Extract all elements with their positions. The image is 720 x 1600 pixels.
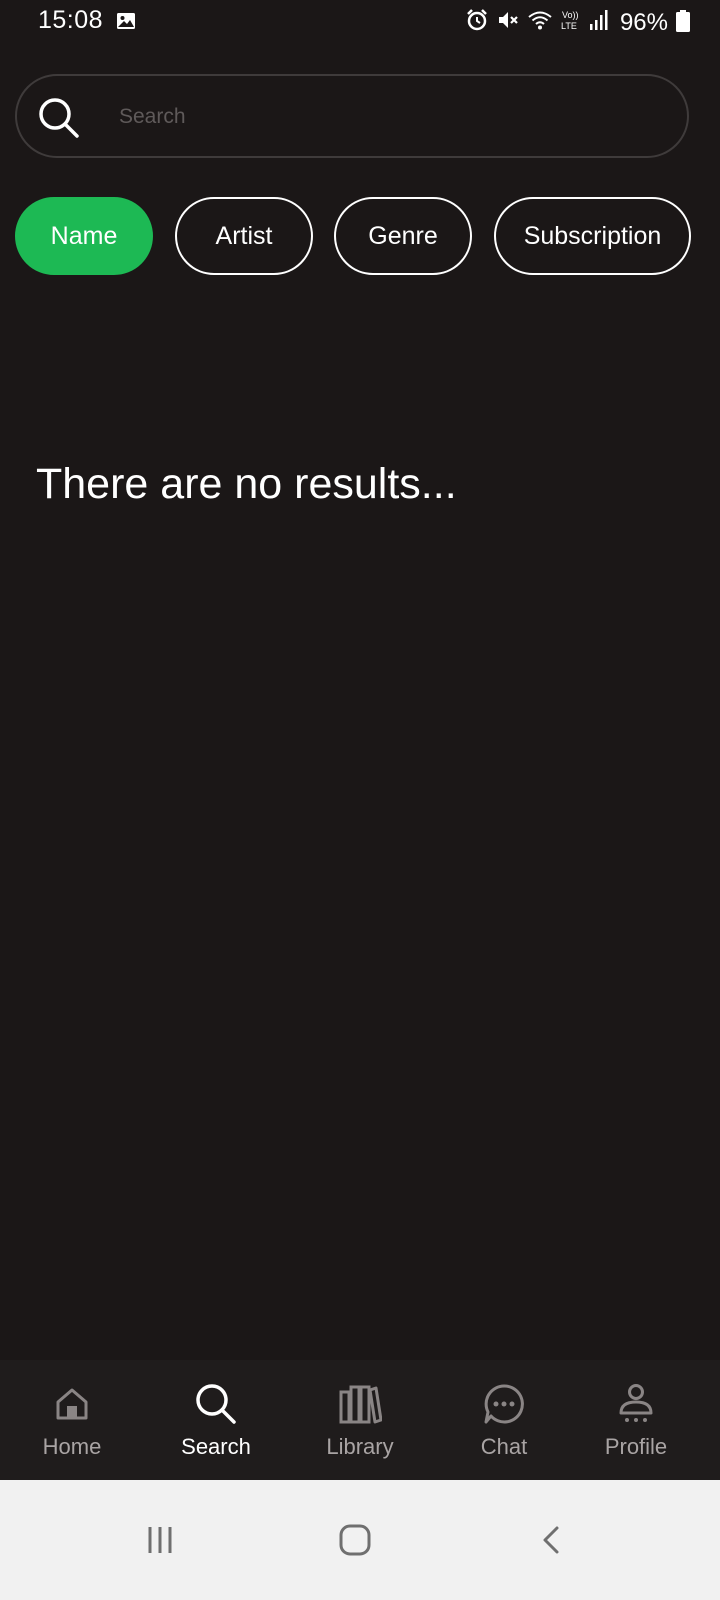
filter-chip-artist[interactable]: Artist <box>175 197 313 275</box>
status-icons: Vo)) LTE 96% <box>465 8 668 37</box>
nav-item-library[interactable]: Library <box>300 1360 420 1480</box>
nav-label: Profile <box>604 1434 668 1459</box>
nav-item-profile[interactable]: Profile <box>576 1360 696 1480</box>
filter-chip-label: Name <box>50 221 118 250</box>
svg-text:LTE: LTE <box>561 21 577 31</box>
nav-item-chat[interactable]: Chat <box>444 1360 564 1480</box>
nav-item-search[interactable]: Search <box>156 1360 276 1480</box>
search-bar[interactable] <box>15 74 689 158</box>
battery-icon <box>676 10 690 37</box>
recent-apps-icon[interactable] <box>130 1510 190 1570</box>
nav-label: Search <box>181 1434 251 1459</box>
nav-label: Home <box>42 1434 102 1459</box>
bottom-navigation: Home Search Library Chat Profile <box>0 1360 720 1480</box>
search-icon <box>37 96 81 145</box>
battery-percentage: 96% <box>619 8 668 36</box>
profile-icon <box>618 1382 654 1426</box>
system-navigation-bar <box>0 1480 720 1600</box>
status-bar: 15:08 Vo)) LTE 96% <box>0 0 720 44</box>
mute-icon <box>496 8 520 37</box>
filter-chip-label: Subscription <box>523 221 662 250</box>
empty-results-message: There are no results... <box>36 460 457 508</box>
filter-chip-label: Genre <box>368 221 438 250</box>
filter-chip-subscription[interactable]: Subscription <box>494 197 691 275</box>
volte-icon: Vo)) LTE <box>560 8 582 37</box>
svg-text:Vo)): Vo)) <box>562 10 579 20</box>
home-icon <box>54 1382 90 1426</box>
nav-label: Chat <box>480 1434 528 1459</box>
search-input[interactable] <box>117 92 661 142</box>
nav-label: Library <box>326 1434 394 1459</box>
home-button-icon[interactable] <box>325 1510 385 1570</box>
wifi-icon <box>527 8 553 37</box>
status-time: 15:08 <box>38 6 104 34</box>
library-icon <box>338 1382 382 1426</box>
filter-chip-name[interactable]: Name <box>15 197 153 275</box>
search-icon <box>195 1382 237 1426</box>
gallery-icon <box>116 12 136 35</box>
filter-chip-genre[interactable]: Genre <box>334 197 472 275</box>
signal-icon <box>589 9 609 36</box>
filter-chip-label: Artist <box>215 221 273 250</box>
back-icon[interactable] <box>522 1510 582 1570</box>
nav-item-home[interactable]: Home <box>12 1360 132 1480</box>
alarm-icon <box>465 8 489 37</box>
chat-icon <box>483 1382 525 1426</box>
